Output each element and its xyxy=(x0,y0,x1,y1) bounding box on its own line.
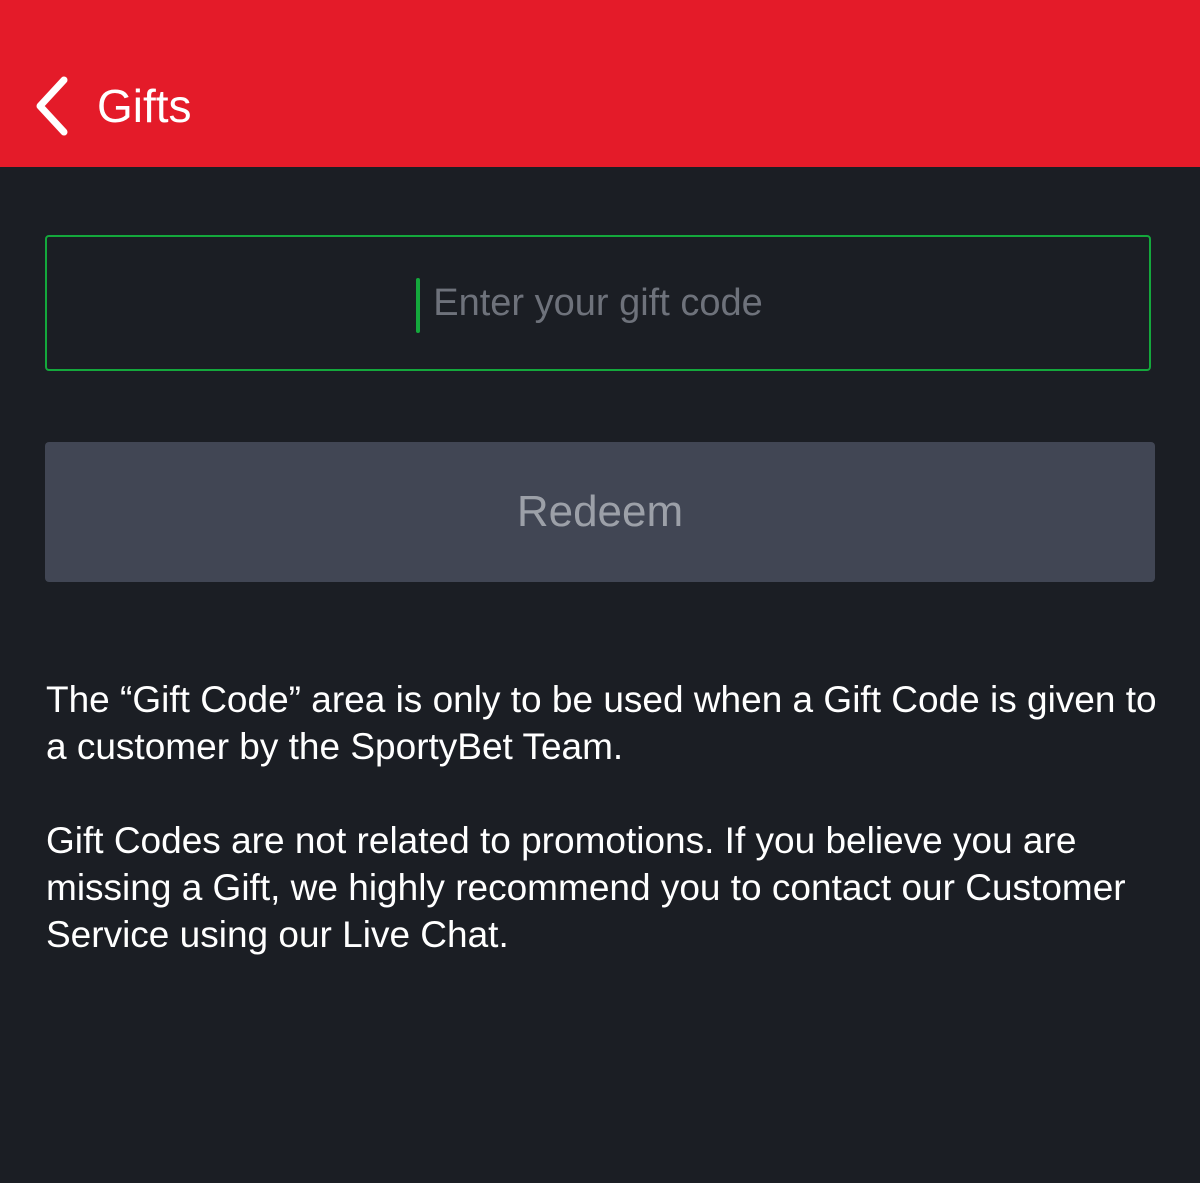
page-title: Gifts xyxy=(97,80,192,132)
gift-code-field[interactable] xyxy=(45,235,1151,371)
gift-code-input[interactable] xyxy=(47,237,1149,369)
chevron-left-icon xyxy=(28,72,80,140)
info-paragraph: Gift Codes are not related to promotions… xyxy=(46,820,1126,955)
text-caret xyxy=(416,278,420,333)
gift-code-info: The “Gift Code” area is only to be used … xyxy=(46,676,1166,958)
redeem-button[interactable]: Redeem xyxy=(45,442,1155,582)
back-button[interactable] xyxy=(28,72,80,140)
info-paragraph: The “Gift Code” area is only to be used … xyxy=(46,679,1157,767)
app-header: Gifts xyxy=(0,0,1200,167)
